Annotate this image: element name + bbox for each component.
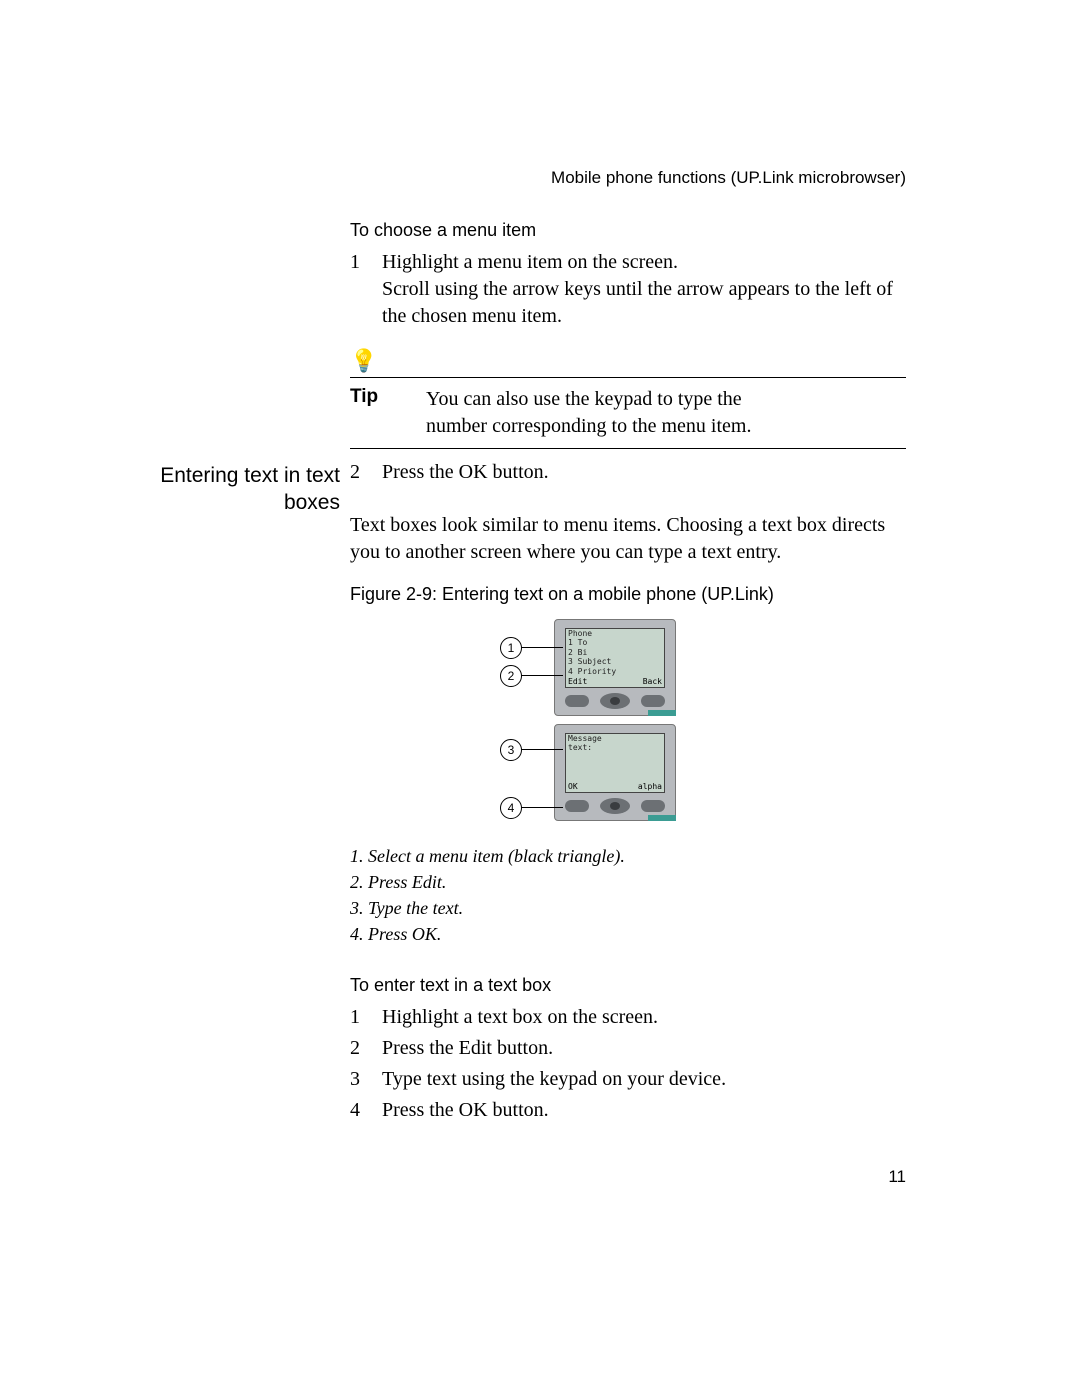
screen-line: text: xyxy=(566,743,664,752)
callout-1: 1 xyxy=(500,637,522,659)
step-text: Press the OK button. xyxy=(382,1097,906,1124)
step-text: Highlight a text box on the screen. xyxy=(382,1004,906,1031)
step-text: Press the OK button. xyxy=(382,459,906,486)
margin-heading-entering-text: Entering text in text boxes xyxy=(146,462,340,517)
phone-mockup-1: Phone 1 To 2 Bi 3 Subject 4 Priority Edi… xyxy=(554,619,676,716)
step-text: Type text using the keypad on your devic… xyxy=(382,1066,906,1093)
phone-left-button xyxy=(565,695,589,707)
step-number: 1 xyxy=(350,1004,364,1031)
step-1: 1 Highlight a text box on the screen. xyxy=(350,1004,906,1031)
softkey-left: OK xyxy=(568,782,578,791)
figure-step-3: 3. Type the text. xyxy=(350,895,906,921)
softkey-right: Back xyxy=(643,677,662,686)
step-number: 1 xyxy=(350,249,364,330)
page-number: 11 xyxy=(888,1167,906,1187)
phone-right-button xyxy=(641,695,665,707)
subheading-choose-menu: To choose a menu item xyxy=(350,220,906,241)
screen-line: 1 To xyxy=(566,638,664,647)
main-content-column: To choose a menu item 1 Highlight a menu… xyxy=(350,220,906,1128)
screen-line: Message xyxy=(566,734,664,743)
step-detail: Scroll using the arrow keys until the ar… xyxy=(382,276,906,330)
step-2: 2 Press the OK button. xyxy=(350,459,906,486)
running-header: Mobile phone functions (UP.Link microbro… xyxy=(551,168,906,188)
figure-caption: Figure 2-9: Entering text on a mobile ph… xyxy=(350,584,906,605)
figure-step-2: 2. Press Edit. xyxy=(350,869,906,895)
page: Mobile phone functions (UP.Link microbro… xyxy=(0,0,1080,1397)
screen-line: 3 Subject xyxy=(566,657,664,666)
step-number: 3 xyxy=(350,1066,364,1093)
callout-3: 3 xyxy=(500,739,522,761)
intro-paragraph: Text boxes look similar to menu items. C… xyxy=(350,512,906,566)
step-number: 2 xyxy=(350,1035,364,1062)
step-4: 4 Press the OK button. xyxy=(350,1097,906,1124)
step-1: 1 Highlight a menu item on the screen. S… xyxy=(350,249,906,330)
subheading-enter-text: To enter text in a text box xyxy=(350,975,906,996)
step-text: Press the Edit button. xyxy=(382,1035,906,1062)
screen-line: Phone xyxy=(566,629,664,638)
tip-text: You can also use the keypad to type the … xyxy=(426,386,906,440)
lightbulb-icon: 💡 xyxy=(350,348,377,373)
step-2: 2 Press the Edit button. xyxy=(350,1035,906,1062)
phone-right-button xyxy=(641,800,665,812)
phone-left-button xyxy=(565,800,589,812)
tip-block: 💡 Tip You can also use the keypad to typ… xyxy=(350,348,906,449)
phone-mockup-2: Message text: OK alpha xyxy=(554,724,676,821)
tip-label: Tip xyxy=(350,386,398,440)
figure-2-9: Phone 1 To 2 Bi 3 Subject 4 Priority Edi… xyxy=(350,619,906,829)
step-number: 4 xyxy=(350,1097,364,1124)
phone-navpad xyxy=(600,798,630,814)
step-number: 2 xyxy=(350,459,364,486)
callout-2: 2 xyxy=(500,665,522,687)
screen-line: 4 Priority xyxy=(566,667,664,676)
softkey-left: Edit xyxy=(568,677,587,686)
step-text: Highlight a menu item on the screen. xyxy=(382,249,906,276)
figure-step-1: 1. Select a menu item (black triangle). xyxy=(350,843,906,869)
figure-step-4: 4. Press OK. xyxy=(350,921,906,947)
callout-4: 4 xyxy=(500,797,522,819)
step-3: 3 Type text using the keypad on your dev… xyxy=(350,1066,906,1093)
figure-steps: 1. Select a menu item (black triangle). … xyxy=(350,843,906,947)
softkey-right: alpha xyxy=(638,782,662,791)
phone-navpad xyxy=(600,693,630,709)
phone-screen: Phone 1 To 2 Bi 3 Subject 4 Priority Edi… xyxy=(565,628,665,688)
screen-line: 2 Bi xyxy=(566,648,664,657)
phone-screen: Message text: OK alpha xyxy=(565,733,665,793)
